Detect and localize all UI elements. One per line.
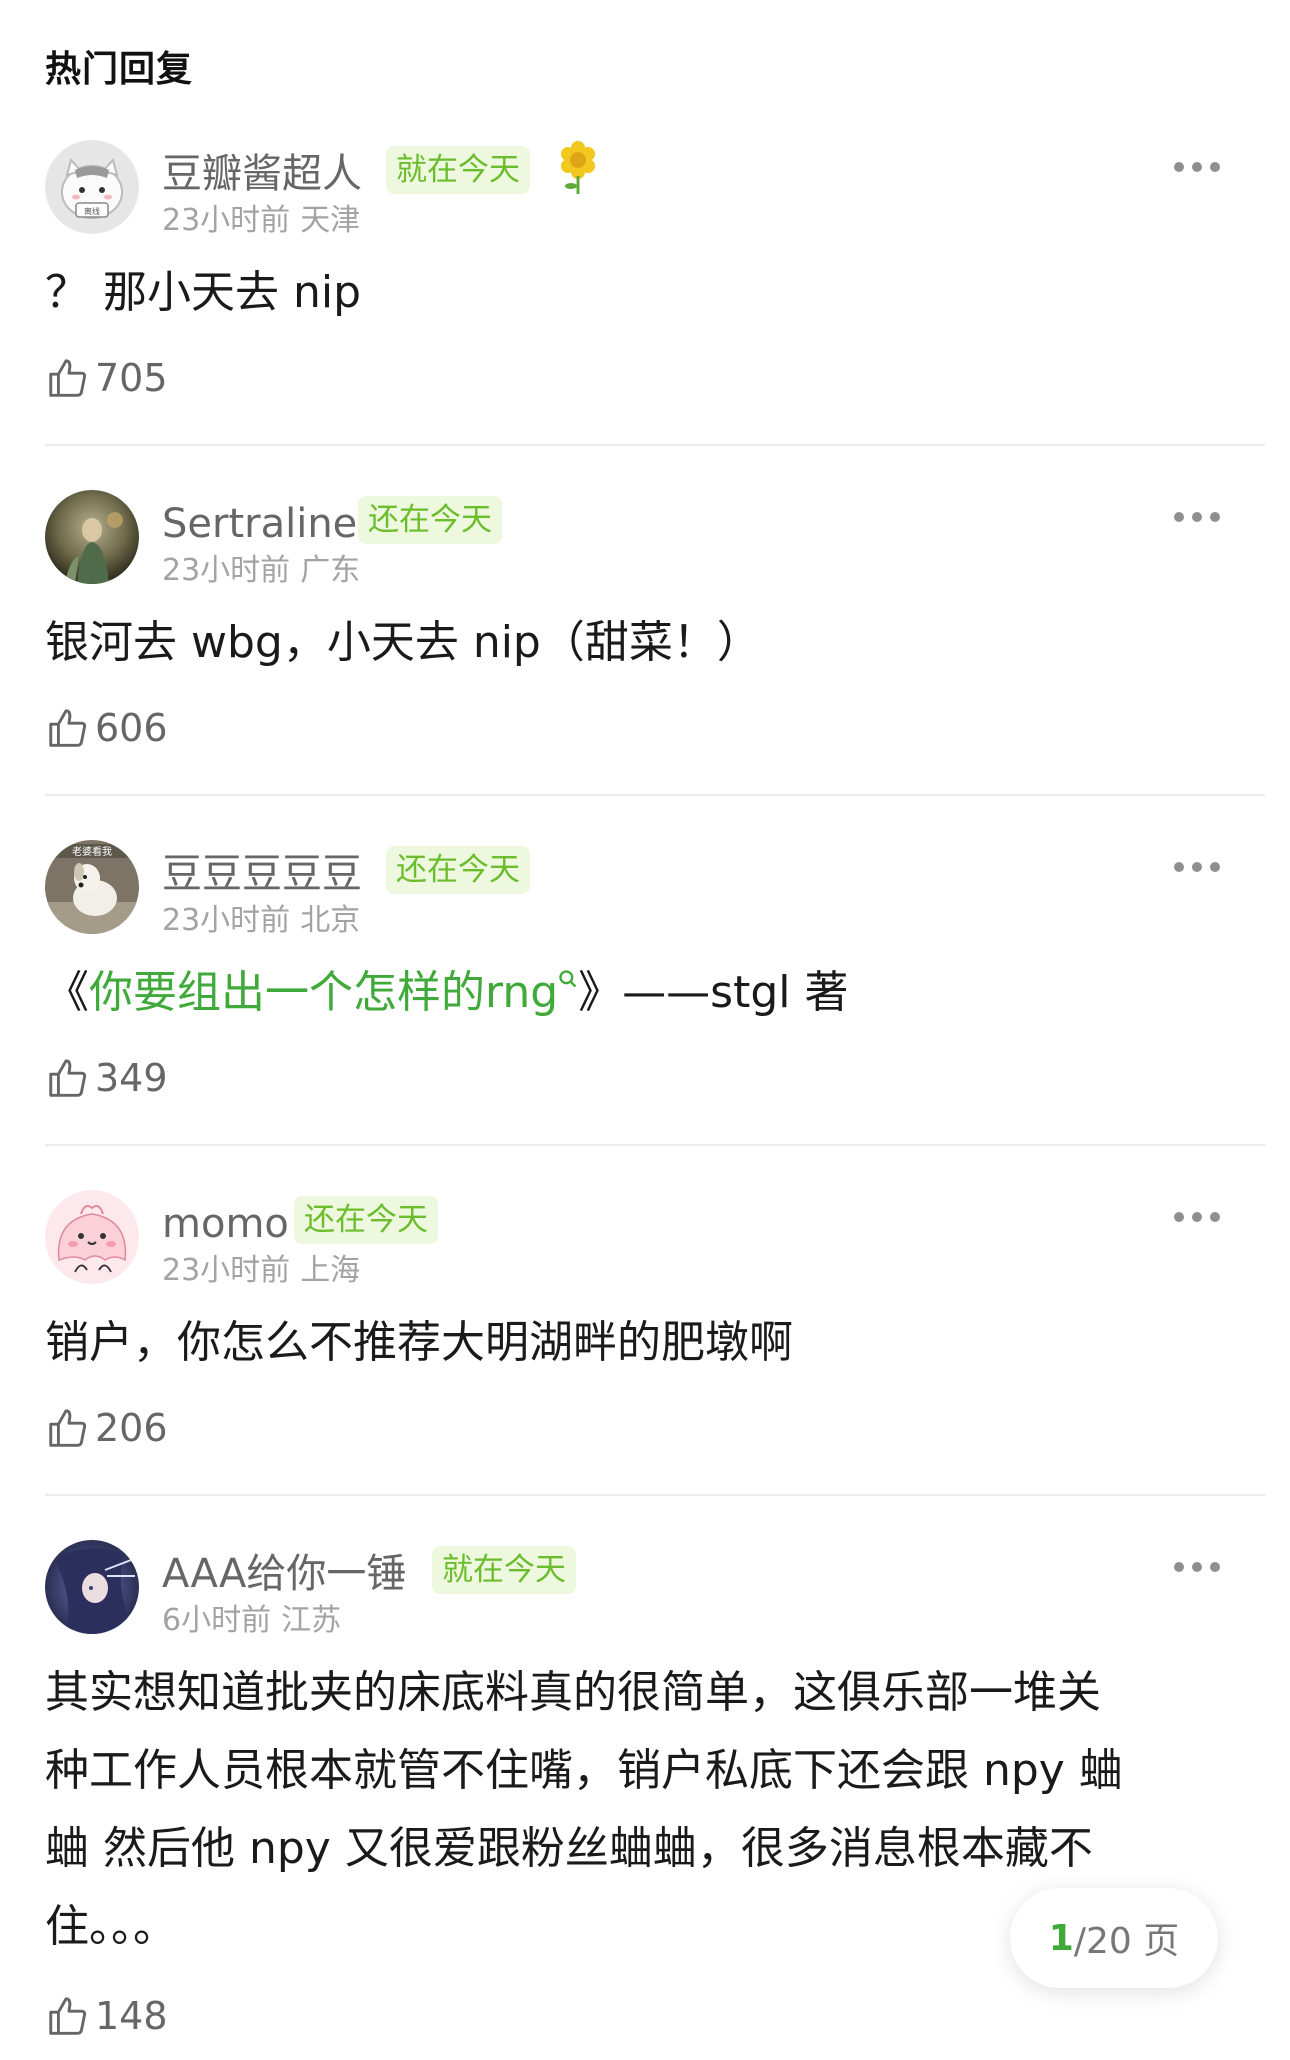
comment-text-suffix: 》——stgl 著 [578,967,849,1018]
more-options-icon[interactable] [1174,512,1220,522]
status-badge: 还在今天 [386,846,530,894]
cat-avatar-icon[interactable]: 离线 [45,140,139,234]
comment-text-prefix: 《 [45,967,89,1018]
comment-time: 6小时前 [162,1603,272,1638]
like-count: 349 [95,1056,168,1100]
divider [45,1494,1265,1496]
status-badge: 还在今天 [294,1196,438,1244]
more-options-icon[interactable] [1174,1562,1220,1572]
thumbs-up-icon [49,709,87,747]
comment-meta: 23小时前 广东 [162,556,360,586]
like-button[interactable]: 148 [45,1992,168,2040]
thumbs-up-icon [49,1997,87,2035]
divider [45,1144,1265,1146]
anime-avatar-icon[interactable] [45,1540,139,1634]
username[interactable]: AAA给你一锤 [162,1554,406,1594]
username[interactable]: Sertraline [162,504,357,544]
comment-location: 北京 [300,903,361,938]
divider [45,794,1265,796]
pink-blob-avatar-icon[interactable] [45,1190,139,1284]
username[interactable]: momo [162,1204,289,1244]
total-pages: /20 页 [1073,1921,1180,1962]
comment-meta: 6小时前 江苏 [162,1606,341,1636]
comment-text: 银河去 wbg，小天去 nip（甜菜！） [45,617,761,668]
comment-location: 江苏 [281,1603,342,1638]
like-count: 705 [95,356,168,400]
sunflower-icon [554,138,602,196]
comment-time: 23小时前 [162,903,291,938]
comment-time: 23小时前 [162,203,291,238]
username[interactable]: 豆豆豆豆豆 [162,854,362,894]
dog-avatar-icon[interactable]: 老婆看我 [45,840,139,934]
username[interactable]: 豆瓣酱超人 [162,154,362,194]
section-title: 热门回复 [45,49,194,90]
like-button[interactable]: 606 [45,704,168,752]
comment-location: 广东 [300,553,361,588]
more-options-icon[interactable] [1174,162,1220,172]
comment-text: 《你要组出一个怎样的rng 》——stgl 著 [45,954,1225,1032]
comment-text: 销户，你怎么不推荐大明湖畔的肥墩啊 [45,1317,793,1368]
search-link-text: 你要组出一个怎样的rng [89,967,559,1018]
search-icon [559,970,577,988]
more-options-icon[interactable] [1174,862,1220,872]
comment-text-line: 蛐 然后他 npy 又很爱跟粉丝蛐蛐，很多消息根本藏不 [45,1823,1093,1874]
thumbs-up-icon [49,1409,87,1447]
comment-time: 23小时前 [162,553,291,588]
current-page: 1 [1048,1917,1074,1959]
more-options-icon[interactable] [1174,1212,1220,1222]
thumbs-up-icon [49,1059,87,1097]
status-badge: 就在今天 [432,1546,576,1594]
comment-meta: 23小时前 上海 [162,1256,360,1286]
like-button[interactable]: 206 [45,1404,168,1452]
painting-avatar-icon[interactable] [45,490,139,584]
like-button[interactable]: 705 [45,354,168,402]
comment-time: 23小时前 [162,1253,291,1288]
svg-text:离线: 离线 [84,206,100,216]
comment-location: 天津 [300,203,361,238]
like-count: 148 [95,1994,168,2038]
thumbs-up-icon [49,359,87,397]
comment-meta: 23小时前 天津 [162,206,360,236]
like-count: 206 [95,1406,168,1450]
divider [45,444,1265,446]
comment-text-line: 其实想知道批夹的床底料真的很简单，这俱乐部一堆关 [45,1667,1101,1718]
comment-location: 上海 [300,1253,361,1288]
like-count: 606 [95,706,168,750]
comment-meta: 23小时前 北京 [162,906,360,936]
page-indicator[interactable]: 1/20 页 [1010,1888,1218,1988]
svg-text:老婆看我: 老婆看我 [72,845,112,858]
comment-text-line: 种工作人员根本就管不住嘴，销户私底下还会跟 npy 蛐 [45,1745,1123,1796]
hot-replies-page: 热门回复 离线 豆瓣酱超人 就在今天 23小时前 天津 ？ 那小天去 nip 7… [0,0,1290,2060]
comment-text: ？ 那小天去 nip [45,267,362,318]
status-badge: 还在今天 [358,496,502,544]
status-badge: 就在今天 [386,146,530,194]
like-button[interactable]: 349 [45,1054,168,1102]
search-link[interactable]: 你要组出一个怎样的rng [89,967,578,1018]
